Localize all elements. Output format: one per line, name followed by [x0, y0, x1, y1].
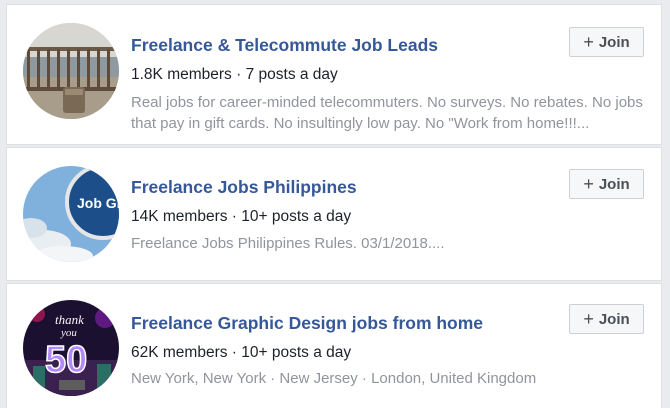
post-activity: 7 posts a day: [245, 66, 338, 83]
avatar-sign-text: Job Gro: [77, 195, 119, 211]
member-count: 14K members: [131, 208, 228, 225]
group-description: Real jobs for career-minded telecommuter…: [131, 94, 643, 132]
meta-separator: ·: [231, 344, 237, 361]
avatar-text-top: thank: [55, 312, 84, 327]
meta-separator: ·: [236, 66, 242, 83]
group-avatar[interactable]: Job Gro: [23, 166, 119, 262]
plus-icon: +: [583, 32, 594, 52]
group-name-link[interactable]: Freelance Graphic Design jobs from home: [131, 313, 483, 334]
member-count: 1.8K members: [131, 66, 232, 83]
join-label: Join: [598, 175, 630, 193]
group-card: Job Gro Freelance Jobs Philippines 14K m…: [6, 147, 662, 281]
group-meta: 14K members · 10+ posts a day: [131, 208, 351, 226]
plus-icon: +: [583, 309, 594, 329]
join-label: Join: [598, 33, 630, 51]
post-activity: 10+ posts a day: [241, 344, 352, 361]
group-description: Freelance Jobs Philippines Rules. 03/1/2…: [131, 235, 445, 252]
join-button[interactable]: + Join: [569, 27, 644, 57]
job-group-sign-photo-icon: Job Gro: [23, 166, 119, 262]
plus-icon: +: [583, 174, 594, 194]
group-suggestions-list: Freelance & Telecommute Job Leads 1.8K m…: [0, 0, 670, 408]
group-avatar[interactable]: thank you 50: [23, 300, 119, 396]
group-card: thank you 50 Freelance Graphic Design jo…: [6, 283, 662, 408]
avatar-text-big: 50: [45, 339, 87, 381]
group-card: Freelance & Telecommute Job Leads 1.8K m…: [6, 4, 662, 145]
member-count: 62K members: [131, 344, 228, 361]
group-meta: 1.8K members · 7 posts a day: [131, 66, 338, 84]
join-label: Join: [598, 310, 630, 328]
group-name-link[interactable]: Freelance & Telecommute Job Leads: [131, 35, 438, 56]
post-activity: 10+ posts a day: [241, 208, 352, 225]
group-meta: 62K members · 10+ posts a day: [131, 344, 351, 362]
group-name-link[interactable]: Freelance Jobs Philippines: [131, 177, 357, 198]
group-location: New York, New York · New Jersey · London…: [131, 370, 537, 387]
group-avatar[interactable]: [23, 23, 119, 119]
thank-you-50-photo-icon: thank you 50: [23, 300, 119, 396]
balcony-photo-icon: [23, 23, 119, 119]
join-button[interactable]: + Join: [569, 304, 644, 334]
meta-separator: ·: [231, 208, 237, 225]
avatar-text-mid: you: [60, 327, 77, 339]
join-button[interactable]: + Join: [569, 169, 644, 199]
